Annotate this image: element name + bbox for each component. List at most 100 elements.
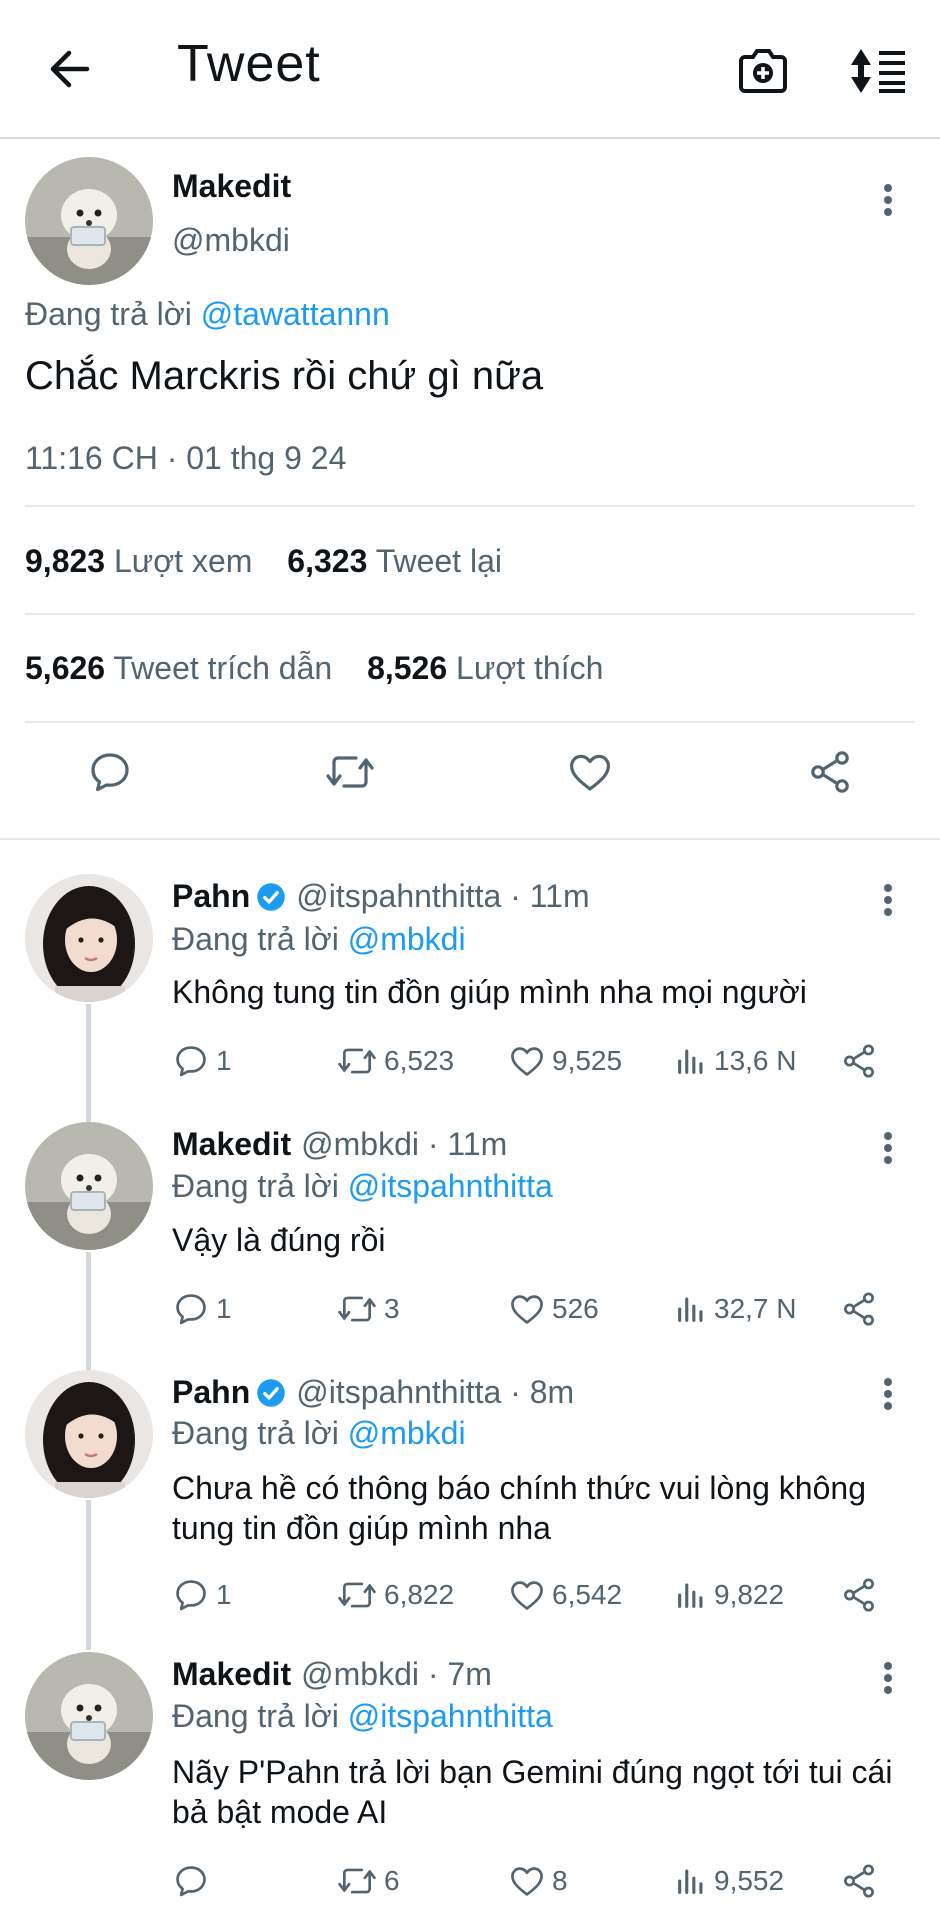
bar-chart-icon [678, 1297, 703, 1322]
author-handle-time[interactable]: @mbkdi · 7m [301, 1656, 492, 1693]
tweet-timestamp[interactable]: 11:16 CH · 01 thg 9 24 [25, 440, 346, 477]
verified-badge-icon [256, 882, 286, 912]
likes-count: 8,526 [367, 650, 448, 686]
retweet-count: 3 [384, 1293, 400, 1324]
top-app-bar: Tweet [0, 0, 940, 139]
retweet-icon [326, 756, 374, 788]
mention-link[interactable]: @itspahnthitta [348, 1168, 553, 1204]
like-button[interactable]: 6,542 [508, 1572, 622, 1618]
share-button[interactable] [840, 1286, 884, 1332]
like-count: 9,525 [552, 1045, 623, 1076]
tweet-text: Chắc Marckris rồi chứ gì nữa [25, 354, 544, 398]
reply-header: Pahn @itspahnthitta · 8m [172, 1374, 574, 1411]
reply-actions: 1 6,523 9,525 13,6 N [172, 1038, 912, 1084]
views-button[interactable]: 32,7 N [674, 1286, 797, 1332]
share-button[interactable] [840, 1572, 884, 1618]
mention-link[interactable]: @tawattannn [201, 296, 390, 332]
reply-actions: 1 3 526 32,7 N [172, 1286, 912, 1332]
views-button[interactable]: 13,6 N [674, 1038, 797, 1084]
heart-icon [511, 1581, 543, 1610]
avatar[interactable] [25, 874, 153, 1002]
author-name[interactable]: Pahn [172, 1374, 250, 1411]
author-handle-time[interactable]: @mbkdi · 11m [301, 1126, 507, 1163]
camera-plus-icon [739, 49, 787, 93]
divider [25, 505, 915, 507]
share-button[interactable] [840, 1038, 884, 1084]
tweet-actions [0, 742, 940, 816]
like-button[interactable]: 8 [508, 1858, 568, 1904]
reply-button[interactable]: 1 [172, 1038, 232, 1084]
more-options-button[interactable] [868, 1374, 908, 1414]
retweet-icon [338, 1582, 376, 1608]
avatar[interactable] [25, 157, 153, 285]
views-count: 9,552 [714, 1865, 785, 1896]
reply-button[interactable] [80, 742, 140, 802]
avatar[interactable] [25, 1652, 153, 1780]
more-vertical-icon [884, 1132, 892, 1164]
heart-icon [570, 754, 610, 791]
back-button[interactable] [38, 38, 100, 100]
like-button[interactable] [560, 742, 620, 802]
share-icon [844, 1044, 874, 1078]
author-name[interactable]: Makedit [172, 168, 291, 205]
avatar[interactable] [25, 1122, 153, 1250]
more-options-button[interactable] [868, 880, 908, 920]
more-options-button[interactable] [868, 180, 908, 220]
mention-link[interactable]: @mbkdi [348, 921, 466, 957]
reply-text: Nãy P'Pahn trả lời bạn Gemini đúng ngọt … [172, 1754, 893, 1830]
reply-button[interactable]: 1 [172, 1572, 232, 1618]
views-button[interactable]: 9,822 [674, 1572, 784, 1618]
retweet-button[interactable]: 6 [336, 1858, 400, 1904]
reply-button[interactable]: 1 [172, 1286, 232, 1332]
reply-header: Makedit @mbkdi · 11m [172, 1126, 507, 1163]
retweet-button[interactable] [320, 742, 380, 802]
mention-link[interactable]: @mbkdi [348, 1415, 466, 1451]
heart-icon [511, 1047, 543, 1076]
author-handle-time[interactable]: @itspahnthitta · 8m [296, 1374, 574, 1411]
dog-avatar-image [25, 1122, 153, 1250]
share-button[interactable] [800, 742, 860, 802]
retweet-button[interactable]: 6,523 [336, 1038, 454, 1084]
retweets-stat[interactable]: 6,323 Tweet lại [287, 543, 502, 579]
likes-stat[interactable]: 8,526 Lượt thích [367, 650, 603, 686]
divider [25, 721, 915, 723]
replying-to: Đang trả lời @itspahnthitta [172, 1168, 553, 1205]
arrow-left-icon [50, 50, 90, 88]
more-options-button[interactable] [868, 1128, 908, 1168]
sort-button[interactable] [846, 40, 912, 102]
views-button[interactable]: 9,552 [674, 1858, 784, 1904]
like-count: 526 [552, 1293, 599, 1324]
reply-button[interactable] [172, 1858, 216, 1904]
more-vertical-icon [884, 884, 892, 916]
views-stat[interactable]: 9,823 Lượt xem [25, 543, 252, 579]
reply-text: Vậy là đúng rồi [172, 1222, 386, 1258]
share-button[interactable] [840, 1858, 884, 1904]
thread-connector [86, 1252, 91, 1370]
retweets-label: Tweet lại [375, 543, 502, 579]
heart-icon [511, 1295, 543, 1324]
heart-icon [511, 1867, 543, 1896]
author-handle-time[interactable]: @itspahnthitta · 11m [296, 878, 589, 915]
author-handle[interactable]: @mbkdi [172, 222, 290, 259]
comment-icon [91, 753, 129, 792]
quotes-stat[interactable]: 5,626 Tweet trích dẫn [25, 650, 332, 686]
reply-text: Không tung tin đồn giúp mình nha mọi ngư… [172, 974, 807, 1010]
reply-count: 1 [216, 1579, 232, 1610]
reply-header: Makedit @mbkdi · 7m [172, 1656, 492, 1693]
comment-icon [176, 1046, 206, 1077]
more-vertical-icon [884, 1378, 892, 1410]
bar-chart-icon [678, 1583, 703, 1608]
likes-label: Lượt thích [456, 650, 604, 686]
author-name[interactable]: Makedit [172, 1656, 291, 1693]
author-name[interactable]: Makedit [172, 1126, 291, 1163]
author-name[interactable]: Pahn [172, 878, 250, 915]
replying-to: Đang trả lời @mbkdi [172, 1415, 466, 1452]
retweet-button[interactable]: 6,822 [336, 1572, 454, 1618]
like-button[interactable]: 9,525 [508, 1038, 622, 1084]
camera-button[interactable] [732, 40, 794, 102]
mention-link[interactable]: @itspahnthitta [348, 1698, 553, 1734]
avatar[interactable] [25, 1370, 153, 1498]
like-button[interactable]: 526 [508, 1286, 599, 1332]
retweet-button[interactable]: 3 [336, 1286, 400, 1332]
more-options-button[interactable] [868, 1658, 908, 1698]
